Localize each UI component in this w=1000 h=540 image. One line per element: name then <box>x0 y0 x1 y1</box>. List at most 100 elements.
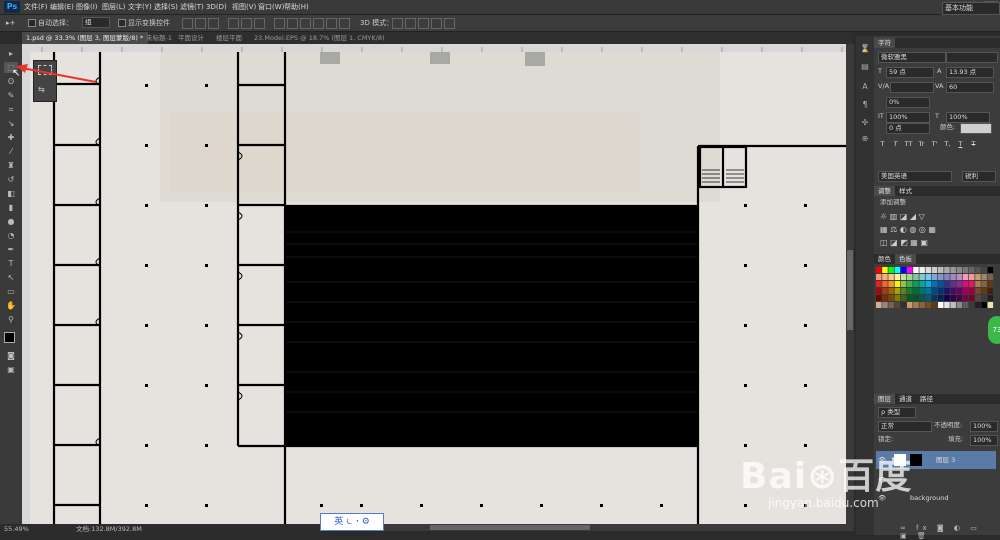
strikethrough-button[interactable]: T <box>969 140 978 149</box>
ime-toolbar[interactable]: 英 ⏾ ꞏ ⚙ <box>320 513 384 531</box>
layer-footer-icons[interactable]: ∞ fx ◙ ◐ ▭ ▣ 🗑 <box>900 524 996 540</box>
menu-item-2[interactable]: 图像(I) <box>76 1 98 13</box>
gradient-tool-icon[interactable]: ▮ <box>4 202 18 213</box>
opacity-field[interactable]: 100% <box>970 421 998 432</box>
zoom-tool-icon[interactable]: ⚲ <box>4 314 18 325</box>
font-style-field[interactable] <box>946 52 998 63</box>
subscript-button[interactable]: T, <box>943 140 952 149</box>
zoom-level[interactable]: 55.49% <box>4 524 29 535</box>
language-dropdown[interactable]: 美国英语 <box>878 171 952 182</box>
shape-tool-icon[interactable]: ▭ <box>4 286 18 297</box>
3d-pan-icon[interactable] <box>418 18 429 29</box>
adjustment-icons[interactable]: ☼ ▥ ◪ ◢ ▽ ▦ ⚖ ◐ ◍ ◎ ▦ ◫ ◪ ◩ ▦ ▣ <box>880 210 990 250</box>
small-caps-button[interactable]: Tr <box>917 140 926 149</box>
tab-paths[interactable]: 路径 <box>916 394 937 404</box>
menu-item-8[interactable]: 视图(V) <box>232 1 256 13</box>
blur-tool-icon[interactable]: ● <box>4 216 18 227</box>
brush-preset-icon[interactable]: ✣ <box>859 118 871 128</box>
history-brush-icon[interactable]: ↺ <box>4 174 18 185</box>
eyedropper-tool-icon[interactable]: ↘ <box>4 118 18 129</box>
eraser-tool-icon[interactable]: ◧ <box>4 188 18 199</box>
floating-speed-badge[interactable]: 73 <box>988 316 1000 344</box>
menu-item-10[interactable]: 帮助(H) <box>284 1 309 13</box>
swatch-grid[interactable] <box>876 265 994 311</box>
align-center-icon[interactable] <box>241 18 252 29</box>
auto-select-dropdown[interactable]: 组 <box>82 17 110 28</box>
text-color-swatch[interactable] <box>960 123 992 134</box>
baseline-shift-field[interactable]: 0 点 <box>886 123 930 134</box>
foreground-color-swatch[interactable] <box>4 332 15 343</box>
move-tool-icon[interactable]: ▸ <box>4 48 18 59</box>
quick-mask-icon[interactable]: ◙ <box>4 350 18 361</box>
workspace-dropdown[interactable]: 基本功能 <box>942 2 1000 15</box>
kerning-field[interactable] <box>890 82 934 93</box>
layer-name[interactable]: background <box>910 489 948 507</box>
pen-tool-icon[interactable]: ✒ <box>4 244 18 255</box>
clone-source-icon[interactable]: ⊕ <box>859 134 871 144</box>
distribute-left-icon[interactable] <box>313 18 324 29</box>
layer-filter-dropdown[interactable]: ρ 类型 <box>878 407 916 418</box>
font-family-field[interactable]: 微软雅黑 <box>878 52 946 63</box>
paragraph-icon[interactable]: ¶ <box>859 100 871 110</box>
tab-1-psd[interactable]: 1.psd @ 33.3% (图层 3, 图层蒙版/8) * <box>22 32 148 44</box>
horizontal-scale-field[interactable]: 100% <box>946 112 990 123</box>
menu-item-7[interactable]: 3D(D) <box>206 1 227 13</box>
menu-item-1[interactable]: 编辑(E) <box>50 1 74 13</box>
antialias-dropdown[interactable]: 锐利 <box>962 171 996 182</box>
crop-tool-icon[interactable]: ⌗ <box>4 104 18 115</box>
dodge-tool-icon[interactable]: ◔ <box>4 230 18 241</box>
fill-field[interactable]: 100% <box>970 435 998 446</box>
distribute-top-icon[interactable] <box>274 18 285 29</box>
menu-item-4[interactable]: 文字(Y) <box>128 1 152 13</box>
3d-slide-icon[interactable] <box>431 18 442 29</box>
healing-tool-icon[interactable]: ✚ <box>4 132 18 143</box>
leading-field[interactable]: 13.93 点 <box>946 67 994 78</box>
document-canvas[interactable] <box>30 52 846 524</box>
tsume-field[interactable]: 0% <box>886 97 930 108</box>
menu-item-6[interactable]: 滤镜(T) <box>180 1 204 13</box>
tab-adjustments[interactable]: 调整 <box>874 186 895 196</box>
tab-model-eps[interactable]: 23.Model.EPS @ 18.7% (图层 1, CMYK/8) <box>250 32 398 44</box>
auto-select-checkbox[interactable]: 自动选择： <box>28 17 73 29</box>
vertical-scroll-thumb[interactable] <box>847 250 853 330</box>
screen-mode-icon[interactable]: ▣ <box>4 364 18 375</box>
faux-bold-button[interactable]: T <box>878 140 887 149</box>
align-left-icon[interactable] <box>228 18 239 29</box>
brush-tool-icon[interactable]: ⁄ <box>4 146 18 157</box>
underline-button[interactable]: T <box>956 140 965 149</box>
menu-item-3[interactable]: 图层(L) <box>102 1 125 13</box>
align-middle-icon[interactable] <box>195 18 206 29</box>
path-select-tool-icon[interactable]: ↖ <box>4 272 18 283</box>
menu-item-0[interactable]: 文件(F) <box>24 1 48 13</box>
tracking-field[interactable]: 60 <box>946 82 994 93</box>
superscript-button[interactable]: T' <box>930 140 939 149</box>
all-caps-button[interactable]: TT <box>904 140 913 149</box>
3d-roll-icon[interactable] <box>405 18 416 29</box>
tab-swatches[interactable]: 色板 <box>895 254 916 264</box>
character-icon[interactable]: A <box>859 82 871 92</box>
font-size-field[interactable]: 59 点 <box>886 67 934 78</box>
vertical-scale-field[interactable]: 100% <box>886 112 930 123</box>
type-tool-icon[interactable]: T <box>4 258 18 269</box>
menu-item-9[interactable]: 窗口(W) <box>258 1 284 13</box>
blend-mode-dropdown[interactable]: 正常 <box>878 421 932 432</box>
tab-layers[interactable]: 图层 <box>874 394 895 404</box>
align-bottom-icon[interactable] <box>208 18 219 29</box>
distribute-center-icon[interactable] <box>326 18 337 29</box>
move-tool-icon[interactable]: ▸+ <box>6 17 15 29</box>
tab-character[interactable]: 字符 <box>874 38 895 48</box>
faux-italic-button[interactable]: T <box>891 140 900 149</box>
stamp-tool-icon[interactable]: ♜ <box>4 160 18 171</box>
quick-select-tool-icon[interactable]: ✎ <box>4 90 18 101</box>
layer-name[interactable]: 图层 3 <box>936 451 955 469</box>
history-icon[interactable]: ⌛ <box>859 44 871 54</box>
tab-styles[interactable]: 样式 <box>895 186 916 196</box>
distribute-right-icon[interactable] <box>339 18 350 29</box>
menu-item-5[interactable]: 选择(S) <box>154 1 178 13</box>
distribute-bottom-icon[interactable] <box>300 18 311 29</box>
hand-tool-icon[interactable]: ✋ <box>4 300 18 311</box>
horizontal-scroll-thumb[interactable] <box>430 525 590 530</box>
align-top-icon[interactable] <box>182 18 193 29</box>
show-transform-checkbox[interactable]: 显示变换控件 <box>118 17 170 29</box>
properties-icon[interactable]: ▤ <box>859 62 871 72</box>
